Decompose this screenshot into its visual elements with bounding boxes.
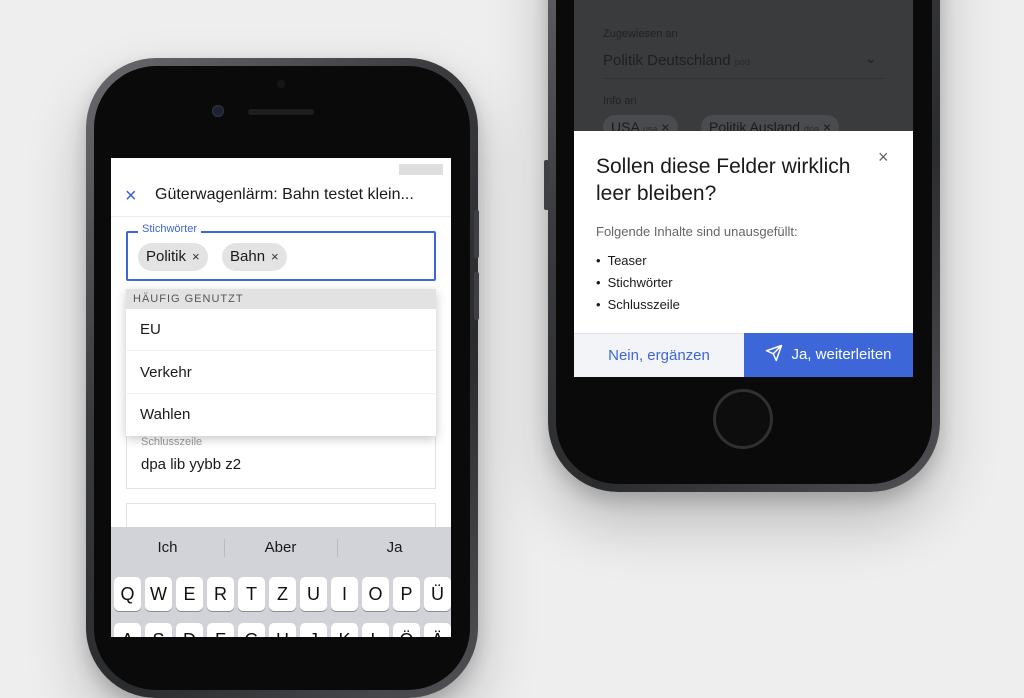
assigned-hint: pod bbox=[734, 57, 750, 67]
keyboard-key[interactable]: O bbox=[362, 577, 389, 611]
keyboard-suggestion[interactable]: Aber bbox=[224, 527, 337, 569]
keyboard-key[interactable]: E bbox=[176, 577, 203, 611]
info-label: Info an bbox=[603, 95, 637, 107]
volume-button bbox=[474, 210, 479, 258]
schlusszeile-label: Schlusszeile bbox=[141, 436, 203, 448]
schlusszeile-value: dpa lib yybb z2 bbox=[141, 456, 242, 473]
keyboard-key[interactable]: H bbox=[269, 623, 296, 637]
keyboard-key[interactable]: Q bbox=[114, 577, 141, 611]
close-icon[interactable]: × bbox=[878, 147, 889, 168]
chevron-down-icon: ⌄ bbox=[865, 50, 877, 66]
divider bbox=[603, 78, 885, 79]
earpiece-speaker bbox=[248, 109, 314, 115]
confirm-button-label: Ja, weiterleiten bbox=[791, 346, 892, 363]
keyboard-key[interactable]: F bbox=[207, 623, 234, 637]
suggestion-item[interactable]: Wahlen bbox=[126, 394, 436, 436]
keywords-field-label: Stichwörter bbox=[138, 223, 202, 235]
remove-chip-icon[interactable]: × bbox=[271, 249, 279, 264]
keyboard-key[interactable]: Z bbox=[269, 577, 296, 611]
keyboard-key[interactable]: S bbox=[145, 623, 172, 637]
keyboard-key[interactable]: L bbox=[362, 623, 389, 637]
home-button[interactable] bbox=[713, 389, 773, 449]
suggestions-dropdown: HÄUFIG GENUTZT EU Verkehr Wahlen bbox=[126, 289, 436, 436]
list-item: Stichwörter bbox=[596, 272, 680, 294]
article-header: × Güterwagenlärm: Bahn testet klein... bbox=[111, 176, 451, 217]
keyboard-key[interactable]: I bbox=[331, 577, 358, 611]
keyboard-key[interactable]: Ö bbox=[393, 623, 420, 637]
volume-button bbox=[544, 160, 549, 210]
keyboard-suggestion[interactable]: Ja bbox=[338, 527, 451, 569]
assigned-value: Politik Deutschland pod bbox=[603, 52, 750, 69]
keyboard-key[interactable]: P bbox=[393, 577, 420, 611]
keyboard-key[interactable]: Ü bbox=[424, 577, 451, 611]
article-title: Güterwagenlärm: Bahn testet klein... bbox=[155, 186, 414, 203]
cancel-button[interactable]: Nein, ergänzen bbox=[574, 333, 744, 377]
keyboard-key[interactable]: R bbox=[207, 577, 234, 611]
send-icon bbox=[766, 344, 783, 362]
chip-label: Bahn bbox=[230, 248, 266, 265]
assigned-value-text: Politik Deutschland bbox=[603, 52, 731, 69]
close-icon[interactable]: × bbox=[125, 185, 137, 207]
keyboard-key[interactable]: Ä bbox=[424, 623, 451, 637]
keywords-field[interactable]: Stichwörter Politik × Bahn × bbox=[126, 223, 436, 281]
dialog-description: Folgende Inhalte sind unausgefüllt: bbox=[596, 224, 798, 239]
chip-label: Politik bbox=[146, 248, 187, 265]
keyboard-key[interactable]: U bbox=[300, 577, 327, 611]
keyboard-key[interactable]: D bbox=[176, 623, 203, 637]
keyboard-suggestion[interactable]: Ich bbox=[111, 527, 224, 569]
keyboard-key[interactable]: A bbox=[114, 623, 141, 637]
schlusszeile-field[interactable]: Schlusszeile dpa lib yybb z2 bbox=[126, 436, 436, 489]
suggestion-item[interactable]: EU bbox=[126, 309, 436, 351]
empty-fields-list: Teaser Stichwörter Schlusszeile bbox=[596, 250, 680, 316]
left-phone-screen: × Güterwagenlärm: Bahn testet klein... S… bbox=[111, 158, 451, 637]
keyboard-key[interactable]: G bbox=[238, 623, 265, 637]
status-bar-indicator bbox=[399, 164, 443, 175]
remove-chip-icon[interactable]: × bbox=[192, 249, 200, 264]
proximity-sensor bbox=[277, 80, 285, 88]
list-item: Teaser bbox=[596, 250, 680, 272]
front-camera bbox=[212, 105, 224, 117]
keyboard-key[interactable]: K bbox=[331, 623, 358, 637]
keyboard: Ich Aber Ja QWERTZUIOPÜ ASDFGHJKLÖÄ bbox=[111, 527, 451, 637]
list-item: Schlusszeile bbox=[596, 294, 680, 316]
keyboard-key[interactable]: J bbox=[300, 623, 327, 637]
keyword-chip[interactable]: Politik × bbox=[138, 243, 208, 271]
dropdown-header: HÄUFIG GENUTZT bbox=[126, 289, 436, 309]
right-phone-screen: Zugewiesen an Politik Deutschland pod ⌄ … bbox=[574, 0, 913, 377]
suggestion-item[interactable]: Verkehr bbox=[126, 352, 436, 394]
keyboard-key[interactable]: T bbox=[238, 577, 265, 611]
dialog-title: Sollen diese Felder wirklich leer bleibe… bbox=[596, 155, 851, 205]
keyword-chip[interactable]: Bahn × bbox=[222, 243, 287, 271]
volume-button bbox=[474, 272, 479, 320]
confirm-dialog: Sollen diese Felder wirklich leer bleibe… bbox=[574, 131, 913, 377]
confirm-button[interactable]: Ja, weiterleiten bbox=[744, 333, 913, 377]
keyboard-key[interactable]: W bbox=[145, 577, 172, 611]
assigned-label: Zugewiesen an bbox=[603, 28, 678, 40]
